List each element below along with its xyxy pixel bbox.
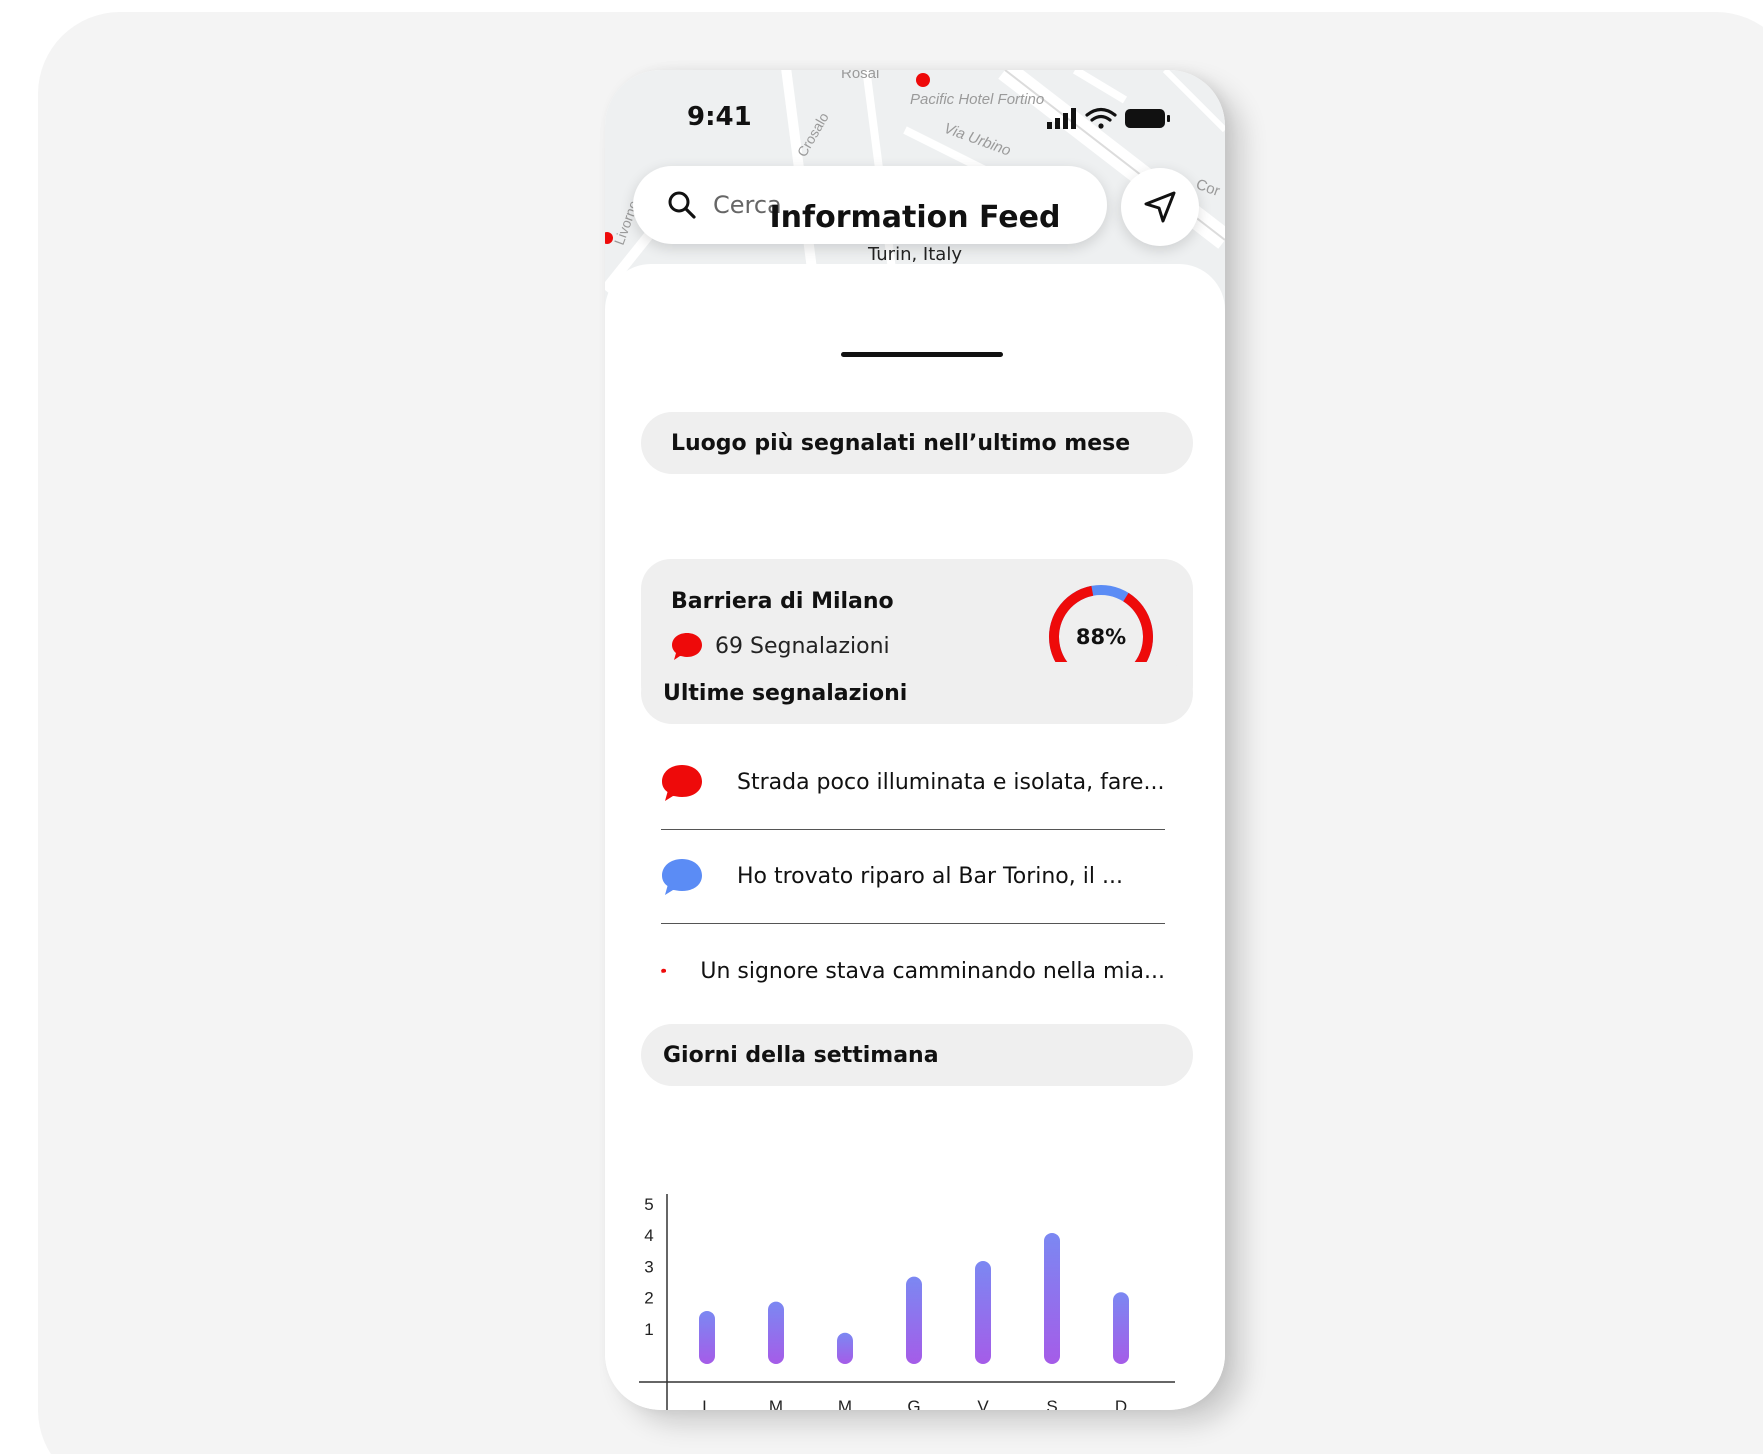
place-name: Barriera di Milano bbox=[671, 589, 894, 614]
battery-icon bbox=[1125, 109, 1170, 128]
speech-bubble-icon bbox=[662, 764, 702, 801]
y-tick-label: 1 bbox=[644, 1320, 653, 1339]
x-tick-label: M bbox=[769, 1397, 783, 1410]
report-text: Ho trovato riparo al Bar Torino, il ... bbox=[737, 864, 1123, 889]
x-tick-label: D bbox=[1115, 1397, 1127, 1410]
map-label: Rosai bbox=[841, 70, 879, 82]
report-count: 69 Segnalazioni bbox=[715, 633, 890, 659]
status-icons bbox=[1047, 107, 1170, 129]
report-text: Un signore stava camminando nella mia... bbox=[700, 958, 1165, 984]
status-time: 9:41 bbox=[687, 102, 752, 132]
x-tick-label: V bbox=[977, 1397, 989, 1410]
wifi-icon bbox=[1085, 107, 1117, 129]
map-label: Cor bbox=[1194, 176, 1223, 200]
weekday-bar-chart: 1 2 3 4 5 L M M G V S D bbox=[639, 1194, 1175, 1410]
chart-bar bbox=[975, 1261, 991, 1364]
section-latest: Ultime segnalazioni bbox=[641, 662, 1193, 724]
chart-bar bbox=[1044, 1232, 1060, 1364]
chart-bar bbox=[906, 1276, 922, 1364]
y-tick-label: 3 bbox=[644, 1257, 653, 1276]
report-text: Strada poco illuminata e isolata, fare..… bbox=[737, 770, 1165, 795]
y-tick-label: 5 bbox=[644, 1195, 653, 1214]
report-count-row: 69 Segnalazioni bbox=[671, 631, 890, 661]
section-heading: Luogo più segnalati nell’ultimo mese bbox=[671, 430, 1131, 456]
signal-bars-icon bbox=[1047, 108, 1076, 129]
speech-bubble-icon bbox=[662, 858, 702, 895]
x-tick-label: G bbox=[907, 1397, 920, 1410]
section-heading: Giorni della settimana bbox=[663, 1042, 939, 1068]
section-weekdays: Giorni della settimana bbox=[641, 1024, 1193, 1086]
report-item[interactable]: Ho trovato riparo al Bar Torino, il ... bbox=[661, 830, 1165, 924]
x-tick-label: L bbox=[702, 1397, 711, 1410]
section-heading: Ultime segnalazioni bbox=[663, 680, 908, 706]
x-tick-label: S bbox=[1046, 1397, 1057, 1410]
phone-frame: Pacific Hotel Fortino Via Urbino Livorno… bbox=[605, 70, 1225, 1410]
y-tick-label: 4 bbox=[644, 1226, 653, 1245]
section-most-reported: Luogo più segnalati nell’ultimo mese bbox=[641, 412, 1193, 474]
sheet-handle[interactable] bbox=[841, 352, 1003, 357]
y-tick-label: 2 bbox=[644, 1289, 653, 1308]
chart-bar bbox=[699, 1310, 715, 1364]
map-pin-icon bbox=[916, 73, 930, 87]
speech-bubble-icon bbox=[661, 968, 667, 974]
speech-bubble-icon bbox=[672, 633, 702, 660]
report-item[interactable]: Un signore stava camminando nella mia... bbox=[661, 924, 1165, 1018]
feed-title: Information Feed bbox=[769, 200, 1061, 235]
chart-bar bbox=[837, 1332, 853, 1364]
report-item[interactable]: Strada poco illuminata e isolata, fare..… bbox=[661, 736, 1165, 830]
x-tick-label: M bbox=[838, 1397, 852, 1410]
feed-location: Turin, Italy bbox=[868, 244, 962, 265]
chart-bar bbox=[1113, 1292, 1129, 1364]
chart-bar bbox=[768, 1301, 784, 1364]
map-label: Pacific Hotel Fortino bbox=[910, 91, 1044, 108]
